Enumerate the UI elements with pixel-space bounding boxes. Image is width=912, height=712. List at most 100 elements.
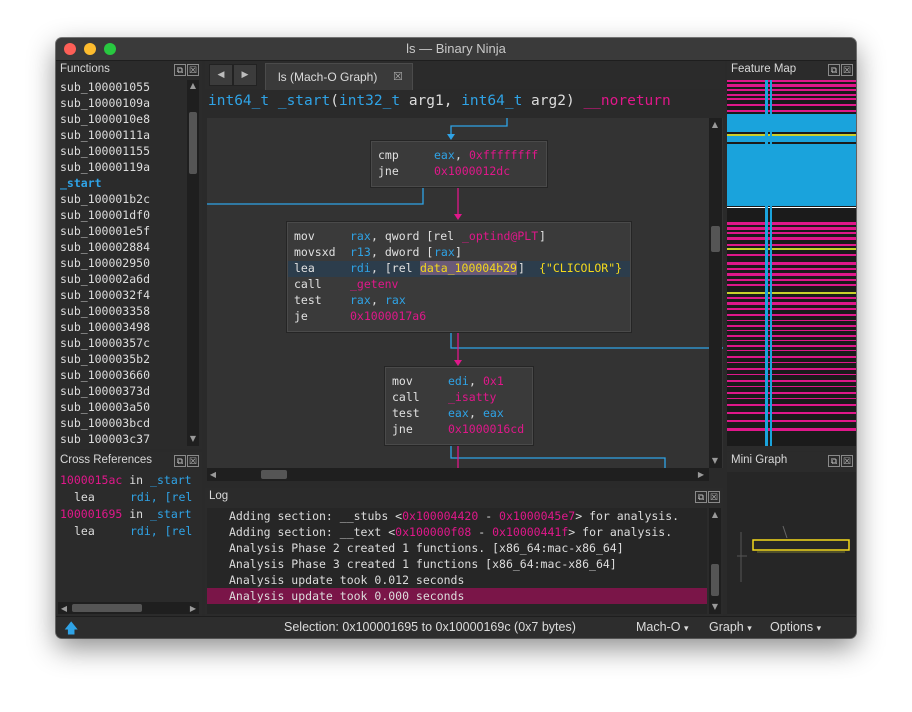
scroll-up-icon[interactable]: ▲ bbox=[187, 81, 199, 90]
operand-register[interactable]: rax bbox=[350, 229, 371, 243]
function-list-item[interactable]: _start bbox=[60, 176, 102, 190]
tab-ls-graph[interactable]: ls (Mach-O Graph) ☒ bbox=[265, 63, 413, 90]
signature-comma: , bbox=[443, 93, 453, 109]
log-line: Analysis Phase 2 created 1 functions. [x… bbox=[229, 541, 624, 555]
xref-mnemonic: lea bbox=[74, 490, 95, 504]
param2-name[interactable]: arg2 bbox=[531, 93, 566, 109]
forward-button[interactable]: ▶ bbox=[233, 64, 257, 86]
basic-block[interactable]: mov edi , 0x1 call _isatty test eax , ea… bbox=[385, 367, 533, 445]
operand-register[interactable]: eax bbox=[448, 406, 469, 420]
graph-hscroll-thumb[interactable] bbox=[261, 470, 287, 479]
basic-block[interactable]: cmp eax , 0xffffffff jne 0x1000012dc bbox=[371, 141, 547, 187]
basic-block[interactable]: mov rax , qword [rel _optind@PLT ] movsx… bbox=[287, 222, 631, 332]
function-list-item[interactable]: sub_1000032f4 bbox=[60, 288, 150, 302]
function-name[interactable]: _start bbox=[278, 93, 330, 109]
function-list-item[interactable]: sub_100001055 bbox=[60, 80, 150, 94]
float-panel-icon[interactable]: ⧉ bbox=[174, 455, 186, 467]
function-list-item[interactable]: sub_100002884 bbox=[60, 240, 150, 254]
xref-entry[interactable]: 1000015ac in _start lea rdi, [rel bbox=[60, 473, 192, 507]
scroll-down-icon[interactable]: ▼ bbox=[709, 602, 721, 611]
function-list-item[interactable]: sub_10000373d bbox=[60, 384, 150, 398]
function-list-item[interactable]: sub_10000109a bbox=[60, 96, 150, 110]
function-list-item[interactable]: sub_100003660 bbox=[60, 368, 150, 382]
operand-register[interactable]: eax bbox=[483, 406, 504, 420]
function-list-item[interactable]: sub_100001e5f bbox=[60, 224, 150, 238]
operand-register[interactable]: rax bbox=[434, 245, 455, 259]
scroll-down-icon[interactable]: ▼ bbox=[709, 456, 721, 465]
function-list-item[interactable]: sub_1000035b2 bbox=[60, 352, 150, 366]
operand-address[interactable]: 0x1000012dc bbox=[434, 164, 510, 178]
log-scroll-thumb[interactable] bbox=[711, 564, 719, 596]
function-list-item[interactable]: sub_100002a6d bbox=[60, 272, 150, 286]
close-panel-icon[interactable]: ☒ bbox=[841, 455, 853, 467]
log-selected-line[interactable]: Analysis update took 0.000 seconds bbox=[207, 588, 707, 604]
graph-hscrollbar[interactable]: ◀ ▶ bbox=[207, 468, 709, 481]
scroll-left-icon[interactable]: ◀ bbox=[207, 470, 219, 479]
function-list-item[interactable]: sub_100002950 bbox=[60, 256, 150, 270]
function-list-item[interactable]: sub_100001155 bbox=[60, 144, 150, 158]
operand-symbol[interactable]: _optind@PLT bbox=[462, 229, 538, 243]
xref-function: _start bbox=[150, 473, 192, 487]
operand-symbol[interactable]: _isatty bbox=[448, 390, 496, 404]
float-panel-icon[interactable]: ⧉ bbox=[174, 64, 186, 76]
operand-immediate[interactable]: 0xffffffff bbox=[469, 148, 538, 162]
function-list-item[interactable]: sub_10000357c bbox=[60, 336, 150, 350]
function-list-item[interactable]: sub_100003a50 bbox=[60, 400, 150, 414]
operand-register[interactable]: rax bbox=[350, 293, 371, 307]
graph-vscrollbar[interactable]: ▲ ▼ bbox=[709, 118, 722, 468]
operand-address[interactable]: 0x1000017a6 bbox=[350, 309, 426, 323]
operand-register[interactable]: rax bbox=[385, 293, 406, 307]
operand-separator: , bbox=[469, 374, 476, 388]
scroll-right-icon[interactable]: ▶ bbox=[187, 604, 199, 613]
function-list-item[interactable]: sub_100003358 bbox=[60, 304, 150, 318]
xrefs-hscrollbar[interactable]: ◀ ▶ bbox=[58, 602, 199, 614]
close-panel-icon[interactable]: ☒ bbox=[708, 491, 720, 503]
operand-register[interactable]: edi bbox=[448, 374, 469, 388]
tab-close-icon[interactable]: ☒ bbox=[393, 70, 403, 83]
close-panel-icon[interactable]: ☒ bbox=[187, 64, 199, 76]
mini-graph-canvas[interactable] bbox=[727, 472, 856, 614]
function-list-item[interactable]: sub_10000119a bbox=[60, 160, 150, 174]
scroll-up-icon[interactable]: ▲ bbox=[709, 120, 721, 129]
navigate-up-icon[interactable]: 🡅 bbox=[64, 618, 78, 638]
float-panel-icon[interactable]: ⧉ bbox=[695, 491, 707, 503]
close-panel-icon[interactable]: ☒ bbox=[187, 455, 199, 467]
function-list-item[interactable]: sub_100003bcd bbox=[60, 416, 150, 430]
xrefs-scroll-thumb[interactable] bbox=[72, 604, 142, 612]
operand-immediate[interactable]: 0x1 bbox=[483, 374, 504, 388]
xref-entry[interactable]: 100001695 in _start lea rdi, [rel bbox=[60, 507, 192, 541]
graph-vscroll-thumb[interactable] bbox=[711, 226, 720, 252]
feature-map-canvas[interactable] bbox=[727, 80, 856, 446]
operand-address[interactable]: 0x1000016cd bbox=[448, 422, 524, 436]
operand-register[interactable]: rdi bbox=[350, 261, 371, 275]
format-dropdown[interactable]: Mach-O ▾ bbox=[636, 620, 688, 634]
function-list-item[interactable]: sub_1000010e8 bbox=[60, 112, 150, 126]
log-output[interactable]: Adding section: __stubs <0x100004420 - 0… bbox=[207, 508, 707, 614]
scroll-up-icon[interactable]: ▲ bbox=[709, 510, 721, 519]
view-dropdown[interactable]: Graph ▾ bbox=[709, 620, 752, 634]
param1-name[interactable]: arg1 bbox=[409, 93, 444, 109]
function-list-item[interactable]: sub_100001df0 bbox=[60, 208, 150, 222]
functions-scroll-thumb[interactable] bbox=[189, 112, 197, 174]
functions-list[interactable]: sub_100001055 sub_10000109a sub_1000010e8s… bbox=[56, 80, 186, 445]
selected-instruction-row[interactable]: lea rdi , [rel data_100004b29 ] {"CLICOL… bbox=[288, 261, 630, 277]
function-list-item[interactable]: sub_10000111a bbox=[60, 128, 150, 142]
operand-register[interactable]: r13 bbox=[350, 245, 371, 259]
graph-view[interactable]: cmp eax , 0xffffffff jne 0x1000012dc mov… bbox=[207, 118, 723, 468]
log-vscrollbar[interactable]: ▲ ▼ bbox=[709, 508, 721, 614]
float-panel-icon[interactable]: ⧉ bbox=[828, 455, 840, 467]
scroll-left-icon[interactable]: ◀ bbox=[58, 604, 70, 613]
function-list-item[interactable]: sub_100001b2c bbox=[60, 192, 150, 206]
scroll-right-icon[interactable]: ▶ bbox=[695, 470, 707, 479]
function-list-item[interactable]: sub_100003498 bbox=[60, 320, 150, 334]
options-dropdown[interactable]: Options ▾ bbox=[770, 620, 821, 634]
function-list-item[interactable]: sub_100003c37 bbox=[60, 432, 150, 445]
operand-data-symbol[interactable]: data_100004b29 bbox=[420, 261, 517, 275]
operand-register[interactable]: eax bbox=[434, 148, 455, 162]
float-panel-icon[interactable]: ⧉ bbox=[828, 64, 840, 76]
close-panel-icon[interactable]: ☒ bbox=[841, 64, 853, 76]
back-button[interactable]: ◀ bbox=[209, 64, 233, 86]
functions-scrollbar[interactable]: ▲ ▼ bbox=[187, 80, 199, 446]
operand-symbol[interactable]: _getenv bbox=[350, 277, 398, 291]
scroll-down-icon[interactable]: ▼ bbox=[187, 434, 199, 443]
